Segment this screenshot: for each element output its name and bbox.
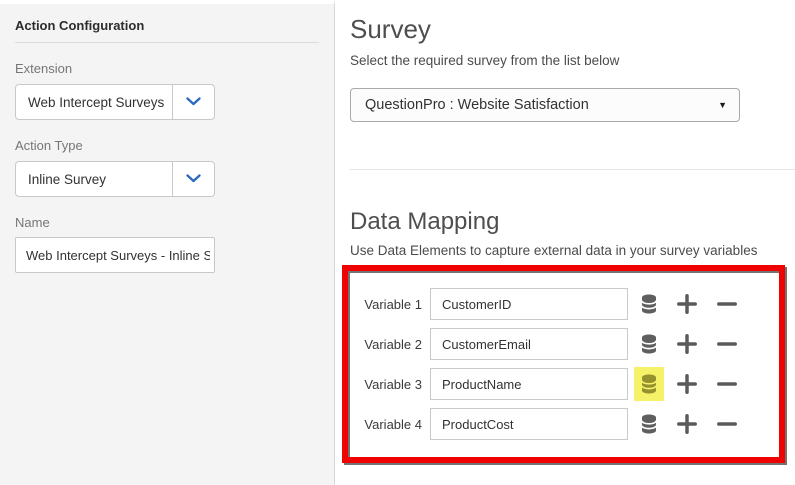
plus-icon [677,414,697,434]
minus-icon [717,334,737,354]
minus-icon [717,374,737,394]
variable-4-label: Variable 4 [362,417,422,432]
variable-2-label: Variable 2 [362,337,422,352]
remove-variable-button[interactable] [712,367,742,401]
extension-dropdown-value: Web Intercept Surveys [16,85,172,119]
minus-icon [717,414,737,434]
add-variable-button[interactable] [672,367,702,401]
caret-down-icon: ▼ [718,100,727,110]
survey-config-panel: Survey Select the required survey from t… [335,0,795,485]
database-icon [641,294,657,314]
add-variable-button[interactable] [672,407,702,441]
data-mapping-subtitle: Use Data Elements to capture external da… [350,243,795,258]
extension-dropdown[interactable]: Web Intercept Surveys [15,84,215,120]
section-divider [350,169,795,170]
variable-row: Variable 1 [362,288,779,320]
name-input[interactable] [15,237,215,273]
minus-icon [717,294,737,314]
survey-select-value: QuestionPro : Website Satisfaction [365,97,589,113]
data-element-button[interactable] [634,407,664,441]
remove-variable-button[interactable] [712,327,742,361]
plus-icon [677,374,697,394]
action-configuration-screen: Action Configuration Extension Web Inter… [0,0,795,485]
variable-row: Variable 4 [362,408,779,440]
name-label: Name [15,215,319,231]
plus-icon [677,294,697,314]
variable-3-input[interactable] [430,368,628,400]
variable-rows: Variable 1 [348,271,779,457]
add-variable-button[interactable] [672,287,702,321]
chevron-down-icon [186,93,201,111]
variable-1-input[interactable] [430,288,628,320]
add-variable-button[interactable] [672,327,702,361]
variable-row: Variable 3 [362,368,779,400]
data-mapping-title: Data Mapping [350,208,795,236]
database-icon [641,414,657,434]
database-icon [641,334,657,354]
variable-4-input[interactable] [430,408,628,440]
remove-variable-button[interactable] [712,287,742,321]
action-config-sidebar: Action Configuration Extension Web Inter… [0,0,335,485]
action-type-label: Action Type [15,138,319,154]
extension-dropdown-button[interactable] [172,85,214,119]
extension-label: Extension [15,61,319,77]
variable-1-label: Variable 1 [362,297,422,312]
action-type-dropdown-value: Inline Survey [16,162,172,196]
data-element-button[interactable] [634,327,664,361]
remove-variable-button[interactable] [712,407,742,441]
survey-section-subtitle: Select the required survey from the list… [350,53,795,68]
variable-row: Variable 2 [362,328,779,360]
plus-icon [677,334,697,354]
survey-select[interactable]: QuestionPro : Website Satisfaction ▼ [350,88,740,122]
action-type-dropdown-button[interactable] [172,162,214,196]
data-mapping-section: Variable 1 [342,265,785,463]
action-type-dropdown[interactable]: Inline Survey [15,161,215,197]
chevron-down-icon [186,170,201,188]
survey-section-title: Survey [350,14,795,45]
panel-title: Action Configuration [15,18,319,33]
title-divider [15,42,319,43]
database-icon [641,374,657,394]
data-element-button[interactable] [634,287,664,321]
variable-3-label: Variable 3 [362,377,422,392]
data-element-button-highlighted[interactable] [634,367,664,401]
variable-2-input[interactable] [430,328,628,360]
